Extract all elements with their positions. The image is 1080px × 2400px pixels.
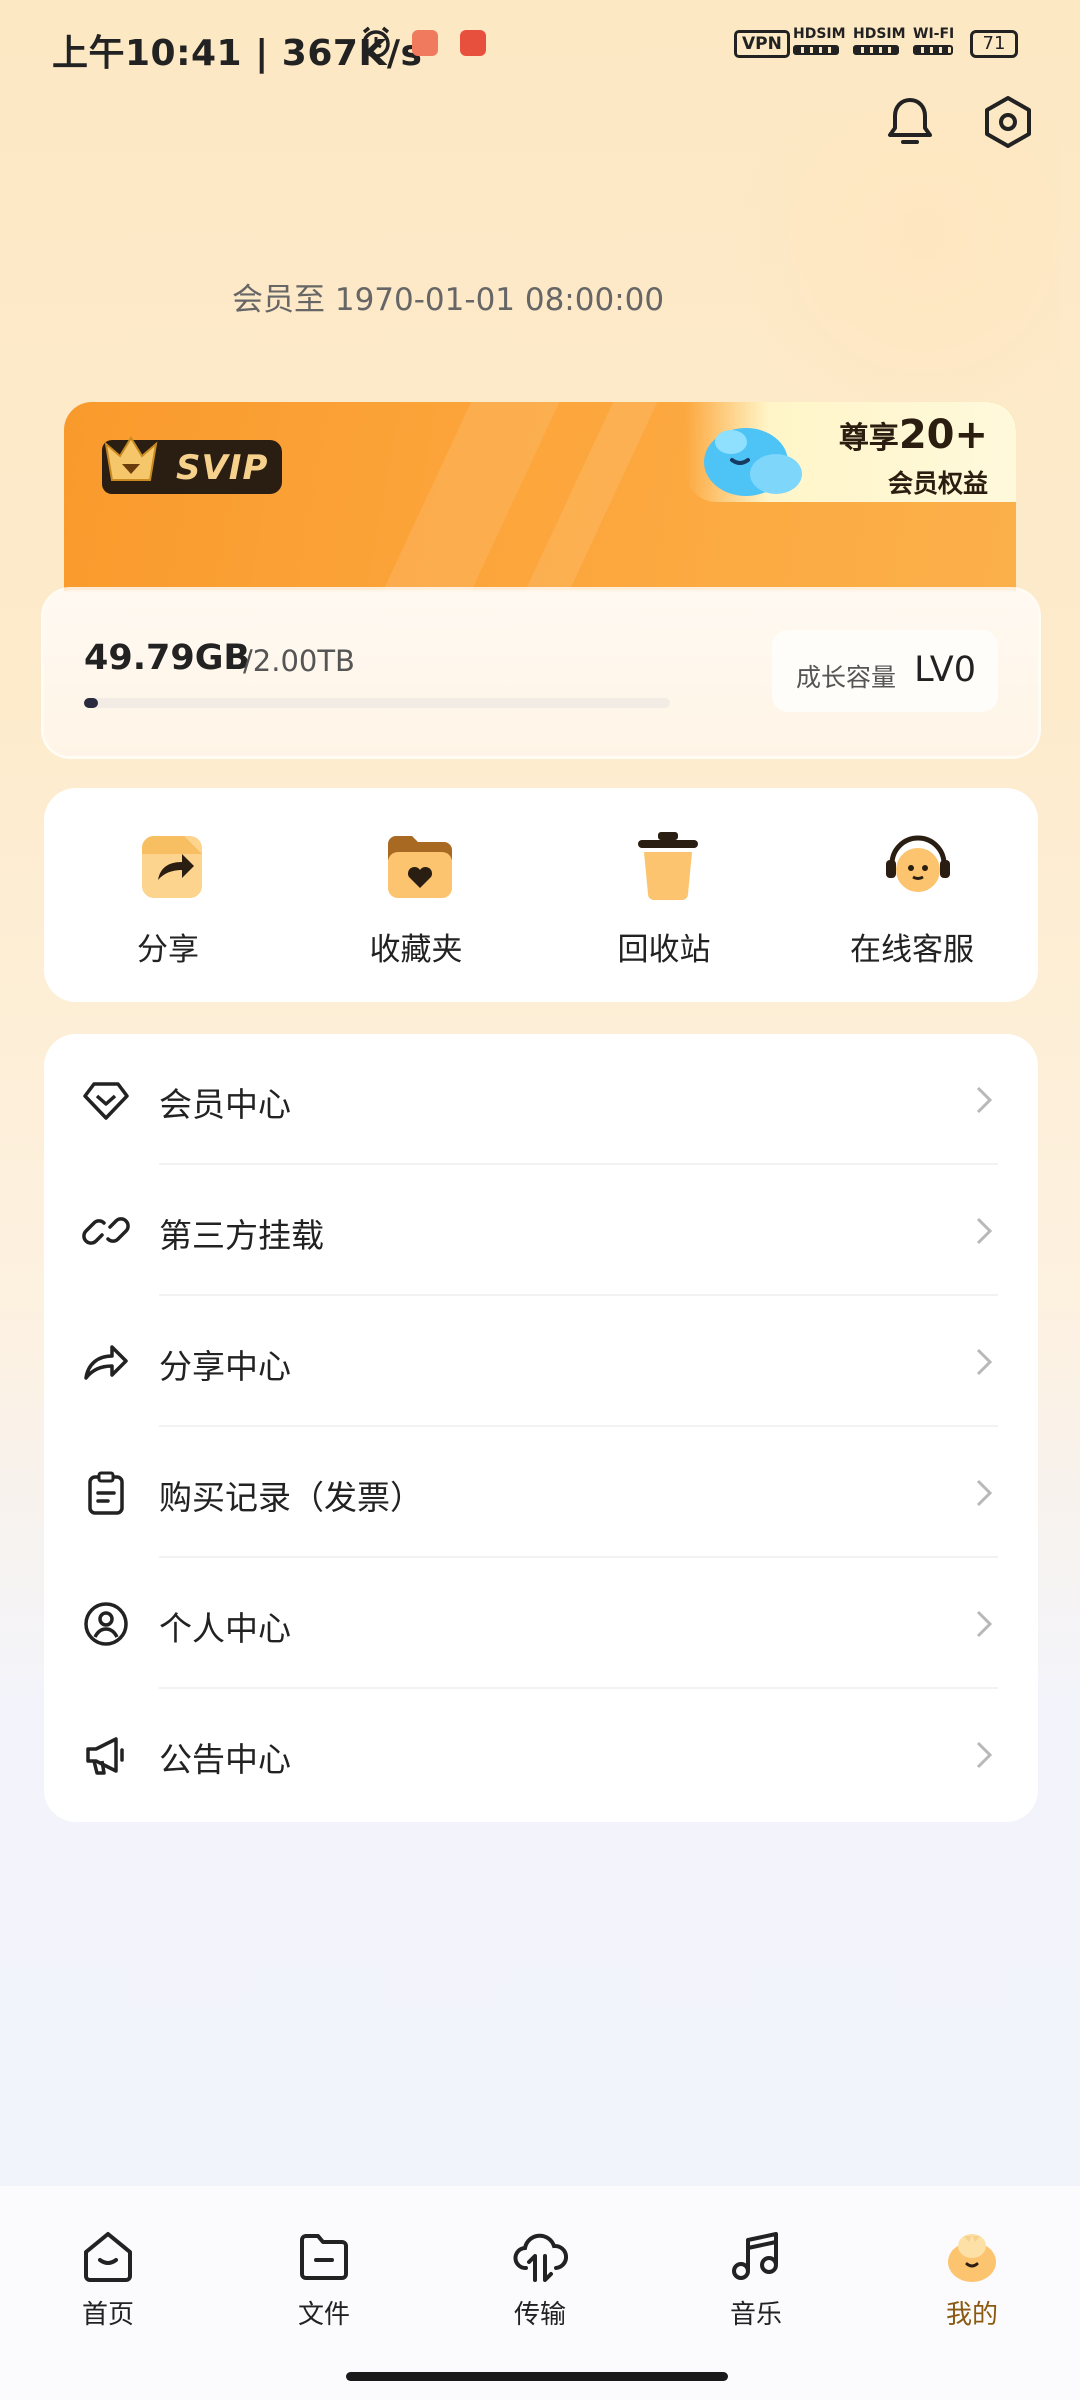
menu-item-third-party-mount[interactable]: 第三方挂载	[44, 1165, 1038, 1296]
clipboard-icon	[82, 1469, 130, 1517]
vip-benefits-promo[interactable]: 尊享20+ 会员权益	[686, 402, 1016, 502]
nav-label: 我的	[945, 2300, 998, 2330]
menu-item-member-center[interactable]: 会员中心	[44, 1034, 1038, 1165]
svip-label: SVIP	[176, 448, 269, 488]
quick-action-label: 在线客服	[850, 932, 974, 968]
diamond-icon	[82, 1076, 130, 1124]
quick-action-customer-service[interactable]: 在线客服	[788, 788, 1036, 1002]
wifi-label: WI-FI	[913, 26, 955, 42]
share-icon	[138, 830, 206, 902]
quick-action-label: 分享	[137, 932, 199, 968]
favorites-folder-icon	[386, 830, 454, 902]
notification-app-icon-2	[460, 30, 486, 56]
storage-total: /2.00TB	[243, 644, 355, 678]
music-note-icon	[726, 2226, 786, 2286]
wifi-icon: WI-FI	[913, 26, 954, 55]
chevron-right-icon	[974, 1739, 994, 1771]
promo-prefix: 尊享	[838, 421, 899, 456]
notification-app-icon	[412, 30, 438, 56]
nav-label: 文件	[297, 2300, 350, 2330]
quick-action-share[interactable]: 分享	[44, 788, 292, 1002]
menu-item-label: 会员中心	[159, 1085, 291, 1124]
storage-progress-fill	[84, 698, 99, 708]
menu-item-share-center[interactable]: 分享中心	[44, 1296, 1038, 1427]
home-indicator[interactable]	[346, 2372, 728, 2381]
quick-action-favorites[interactable]: 收藏夹	[292, 788, 540, 1002]
mascot-icon	[696, 412, 806, 502]
nav-label: 传输	[513, 2300, 566, 2330]
link-icon	[82, 1207, 130, 1255]
menu-item-label: 分享中心	[159, 1347, 291, 1386]
cloud-transfer-icon	[510, 2226, 570, 2286]
svip-badge: SVIP	[102, 436, 282, 494]
megaphone-icon	[82, 1731, 130, 1779]
nav-label: 首页	[81, 2300, 134, 2330]
nav-label: 音乐	[729, 2300, 782, 2330]
promo-line1: 尊享20+	[839, 412, 988, 458]
chevron-right-icon	[974, 1477, 994, 1509]
settings-icon[interactable]	[978, 92, 1038, 152]
storage-progress-bar	[84, 698, 670, 708]
menu-item-label: 购买记录（发票）	[159, 1478, 423, 1517]
bottom-navigation: 首页 文件 传输 音乐 我的	[0, 2186, 1080, 2400]
sim1-signal-icon: HDSIM	[793, 26, 846, 55]
growth-label: 成长容量	[796, 663, 897, 692]
promo-line2: 会员权益	[887, 469, 988, 498]
growth-level: LV0	[914, 650, 976, 690]
storage-card[interactable]: 49.79GB /2.00TB 成长容量 LV0	[44, 590, 1038, 756]
customer-service-icon	[882, 830, 950, 902]
storage-used: 49.79GB	[84, 638, 251, 678]
status-bar: 上午10:41 | 367K/s VPN HDSIM HDSIM WI-FI 7…	[0, 0, 1080, 90]
menu-list: 会员中心 第三方挂载 分享中心 购买记录（发票） 个人中心 公告中心	[44, 1034, 1038, 1822]
background-decoration	[720, 110, 1060, 430]
chevron-right-icon	[974, 1608, 994, 1640]
share-arrow-icon	[82, 1338, 130, 1386]
bell-icon[interactable]	[880, 92, 940, 152]
sim2-signal-icon: HDSIM	[853, 26, 906, 55]
vpn-indicator: VPN	[734, 30, 790, 58]
crown-icon	[96, 426, 166, 500]
home-icon	[78, 2226, 138, 2286]
svip-card[interactable]: SVIP 尊享20+ 会员权益	[64, 402, 1016, 592]
membership-expiry-text: 会员至 1970-01-01 08:00:00	[232, 282, 665, 318]
chevron-right-icon	[974, 1215, 994, 1247]
menu-item-personal-center[interactable]: 个人中心	[44, 1558, 1038, 1689]
chevron-right-icon	[974, 1346, 994, 1378]
sim2-label: HDSIM	[853, 26, 906, 42]
quick-action-recycle-bin[interactable]: 回收站	[540, 788, 788, 1002]
menu-item-label: 第三方挂载	[159, 1216, 324, 1255]
user-circle-icon	[82, 1600, 130, 1648]
menu-item-announcement-center[interactable]: 公告中心	[44, 1689, 1038, 1820]
nav-tab-transfer[interactable]: 传输	[432, 2186, 648, 2336]
menu-item-label: 个人中心	[159, 1609, 291, 1648]
nav-tab-mine[interactable]: 我的	[864, 2186, 1080, 2336]
alarm-icon	[358, 24, 394, 64]
growth-capacity-button[interactable]: 成长容量 LV0	[772, 630, 998, 712]
promo-number: 20+	[898, 412, 988, 458]
quick-action-label: 收藏夹	[369, 932, 463, 968]
avatar-icon	[942, 2226, 1002, 2286]
chevron-right-icon	[974, 1084, 994, 1116]
menu-item-label: 公告中心	[159, 1740, 291, 1779]
quick-actions-card: 分享 收藏夹 回收站 在线客服	[44, 788, 1038, 1002]
nav-tab-files[interactable]: 文件	[216, 2186, 432, 2336]
nav-tab-home[interactable]: 首页	[0, 2186, 216, 2336]
battery-icon: 71	[970, 30, 1018, 58]
folder-icon	[294, 2226, 354, 2286]
nav-tab-music[interactable]: 音乐	[648, 2186, 864, 2336]
quick-action-label: 回收站	[617, 932, 711, 968]
menu-item-purchase-records[interactable]: 购买记录（发票）	[44, 1427, 1038, 1558]
sim1-label: HDSIM	[793, 26, 846, 42]
trash-icon	[634, 830, 702, 902]
